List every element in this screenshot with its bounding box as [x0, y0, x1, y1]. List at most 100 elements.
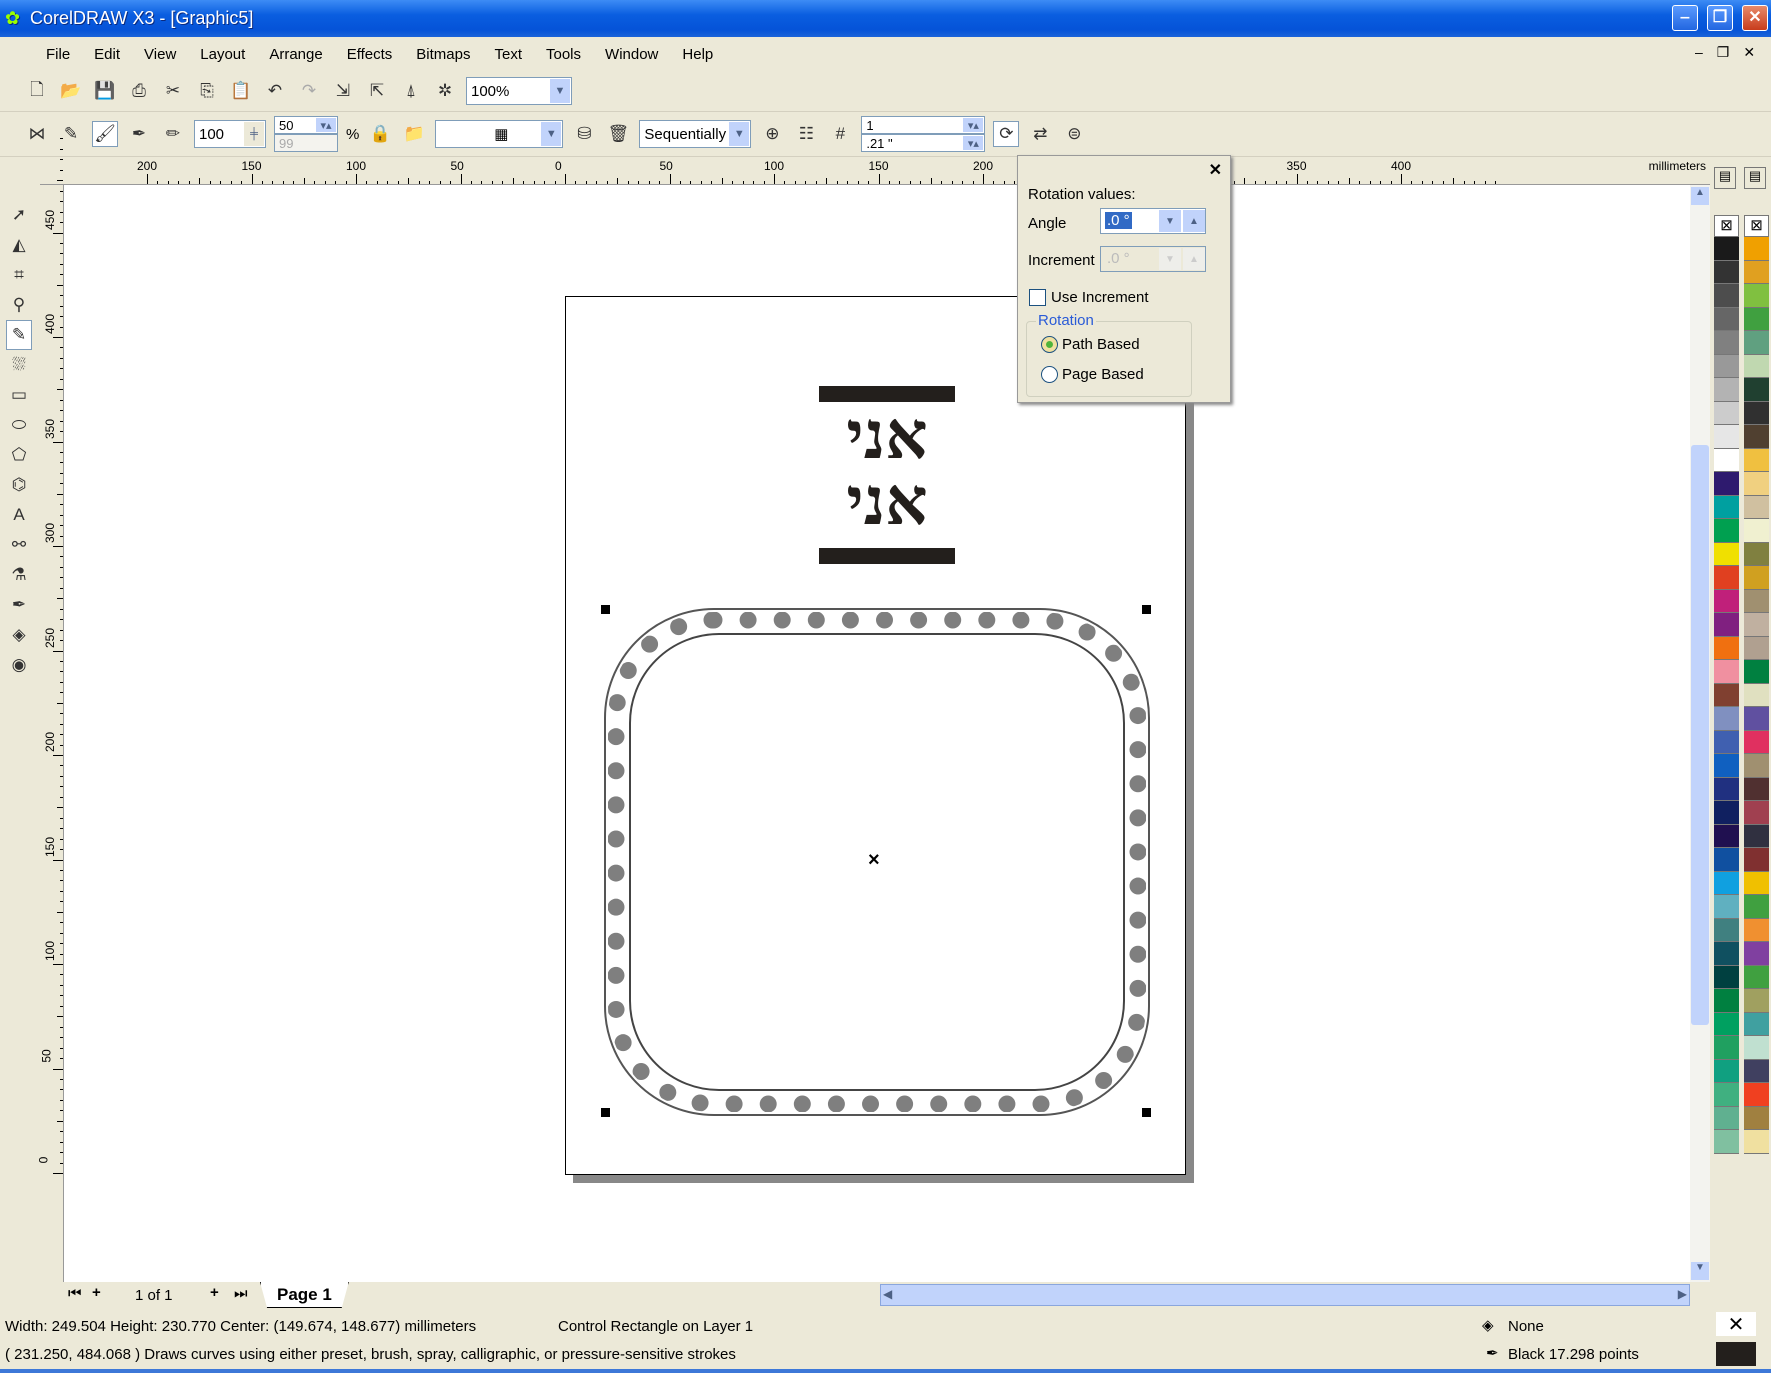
- outline-tool-icon[interactable]: ✒: [6, 590, 32, 620]
- color-swatch[interactable]: [1744, 777, 1769, 801]
- color-swatch[interactable]: [1744, 730, 1769, 754]
- selection-handle[interactable]: [1142, 605, 1151, 614]
- color-swatch[interactable]: [1744, 378, 1769, 402]
- color-swatch[interactable]: [1714, 589, 1739, 613]
- page-tab[interactable]: Page 1: [260, 1282, 349, 1308]
- open-icon[interactable]: 📂: [58, 78, 84, 104]
- add-page-before-icon[interactable]: +: [92, 1284, 101, 1301]
- close-button[interactable]: ✕: [1742, 5, 1768, 31]
- save-icon[interactable]: 💾: [92, 78, 118, 104]
- color-swatch[interactable]: [1714, 472, 1739, 496]
- no-color-swatch[interactable]: ⊠: [1714, 215, 1739, 237]
- pressure-icon[interactable]: ✏: [160, 121, 186, 147]
- color-swatch[interactable]: [1744, 495, 1769, 519]
- color-swatch[interactable]: [1744, 707, 1769, 731]
- color-swatch[interactable]: [1714, 354, 1739, 378]
- print-icon[interactable]: ⎙: [126, 78, 152, 104]
- basic-shapes-tool-icon[interactable]: ⌬: [6, 470, 32, 500]
- delete-icon[interactable]: 🗑: [605, 121, 631, 147]
- spray-order-select[interactable]: Sequentially ▼: [639, 120, 752, 148]
- color-swatch[interactable]: [1744, 448, 1769, 472]
- angle-field[interactable]: .0 ° ▼ ▲: [1100, 208, 1206, 234]
- document-window-controls[interactable]: ‒❐✕: [1695, 44, 1769, 61]
- object-size-field[interactable]: 100 ╪: [194, 120, 266, 148]
- color-swatch[interactable]: [1714, 989, 1739, 1013]
- import-icon[interactable]: ⇲: [330, 78, 356, 104]
- menu-text[interactable]: Text: [494, 46, 522, 63]
- vertical-scroll-thumb[interactable]: [1691, 445, 1709, 1025]
- color-swatch[interactable]: [1744, 401, 1769, 425]
- color-swatch[interactable]: [1744, 989, 1769, 1013]
- dabs-count-field[interactable]: 1 ▾▴: [861, 116, 986, 134]
- first-page-icon[interactable]: ⏮: [68, 1285, 82, 1302]
- minimize-button[interactable]: ‒: [1672, 5, 1698, 31]
- popup-close-button[interactable]: ✕: [1209, 160, 1222, 180]
- add-page-after-icon[interactable]: +: [210, 1284, 219, 1301]
- reset-values-icon[interactable]: ⊜: [1061, 121, 1087, 147]
- color-swatch[interactable]: [1744, 237, 1769, 261]
- color-swatch[interactable]: [1714, 824, 1739, 848]
- no-color-swatch[interactable]: ⊠: [1744, 215, 1769, 237]
- palette-menu-icon[interactable]: ▤: [1714, 167, 1736, 189]
- color-swatch[interactable]: [1744, 542, 1769, 566]
- color-swatch[interactable]: [1714, 965, 1739, 989]
- color-swatch[interactable]: [1744, 848, 1769, 872]
- color-swatch[interactable]: [1714, 660, 1739, 684]
- color-swatch[interactable]: [1714, 636, 1739, 660]
- eyedropper-tool-icon[interactable]: ⚗: [6, 560, 32, 590]
- undo-icon[interactable]: ↶: [262, 78, 288, 104]
- color-swatch[interactable]: [1714, 401, 1739, 425]
- zoom-level-select[interactable]: 100% ▼: [466, 77, 572, 105]
- horizontal-ruler[interactable]: millimeters 2001501005005010015020025030…: [40, 157, 1710, 185]
- spraylist-file-icon[interactable]: 📁: [401, 121, 427, 147]
- fill-tool-icon[interactable]: ◈: [6, 620, 32, 650]
- color-swatch[interactable]: [1744, 331, 1769, 355]
- color-swatch[interactable]: [1714, 331, 1739, 355]
- vertical-ruler[interactable]: 450 400 350 300 250 200 150 100 50 0: [36, 138, 64, 1282]
- color-swatch[interactable]: [1714, 754, 1739, 778]
- color-swatch[interactable]: [1714, 378, 1739, 402]
- palette-menu-icon[interactable]: ▤: [1744, 167, 1766, 189]
- color-swatch[interactable]: [1744, 260, 1769, 284]
- color-swatch[interactable]: [1744, 1083, 1769, 1107]
- color-swatch[interactable]: [1744, 895, 1769, 919]
- color-swatch[interactable]: [1714, 1083, 1739, 1107]
- interactive-fill-tool-icon[interactable]: ◉: [6, 650, 32, 680]
- color-swatch[interactable]: [1714, 1130, 1739, 1154]
- preset-icon[interactable]: ⋈: [24, 121, 50, 147]
- color-swatch[interactable]: [1714, 942, 1739, 966]
- menu-bitmaps[interactable]: Bitmaps: [416, 46, 470, 63]
- last-page-icon[interactable]: ⏭: [234, 1285, 248, 1302]
- angle-increase-button[interactable]: ▲: [1183, 210, 1205, 232]
- shape-tool-icon[interactable]: ◭: [6, 230, 32, 260]
- spray-preset-select[interactable]: ▦ ▼: [435, 120, 564, 148]
- color-swatch[interactable]: [1744, 1036, 1769, 1060]
- color-swatch[interactable]: [1744, 965, 1769, 989]
- color-swatch[interactable]: [1714, 425, 1739, 449]
- redo-icon[interactable]: ↷: [296, 78, 322, 104]
- color-swatch[interactable]: [1714, 613, 1739, 637]
- color-swatch[interactable]: [1744, 284, 1769, 308]
- color-swatch[interactable]: [1714, 542, 1739, 566]
- color-swatch[interactable]: [1744, 660, 1769, 684]
- color-swatch[interactable]: [1744, 519, 1769, 543]
- pick-tool-icon[interactable]: ➚: [6, 200, 32, 230]
- color-swatch[interactable]: [1744, 613, 1769, 637]
- color-swatch[interactable]: [1714, 1012, 1739, 1036]
- color-swatch[interactable]: [1714, 918, 1739, 942]
- path-based-radio[interactable]: [1041, 336, 1058, 353]
- use-increment-checkbox[interactable]: [1029, 289, 1046, 306]
- spray-size-field-2[interactable]: 99: [274, 134, 338, 152]
- color-swatch[interactable]: [1744, 824, 1769, 848]
- scroll-down-icon[interactable]: ▼: [1691, 1262, 1709, 1280]
- menu-edit[interactable]: Edit: [94, 46, 120, 63]
- save-artistic-icon[interactable]: ⛁: [571, 121, 597, 147]
- corel-online-icon[interactable]: ✲: [432, 78, 458, 104]
- dabs-distance-field[interactable]: .21 " ▾▴: [861, 134, 986, 152]
- color-swatch[interactable]: [1744, 801, 1769, 825]
- color-swatch[interactable]: [1744, 1106, 1769, 1130]
- artistic-media-tool-icon[interactable]: ✎: [6, 320, 32, 350]
- menu-window[interactable]: Window: [605, 46, 658, 63]
- bottom-bar-shape[interactable]: [819, 548, 955, 564]
- menu-layout[interactable]: Layout: [200, 46, 245, 63]
